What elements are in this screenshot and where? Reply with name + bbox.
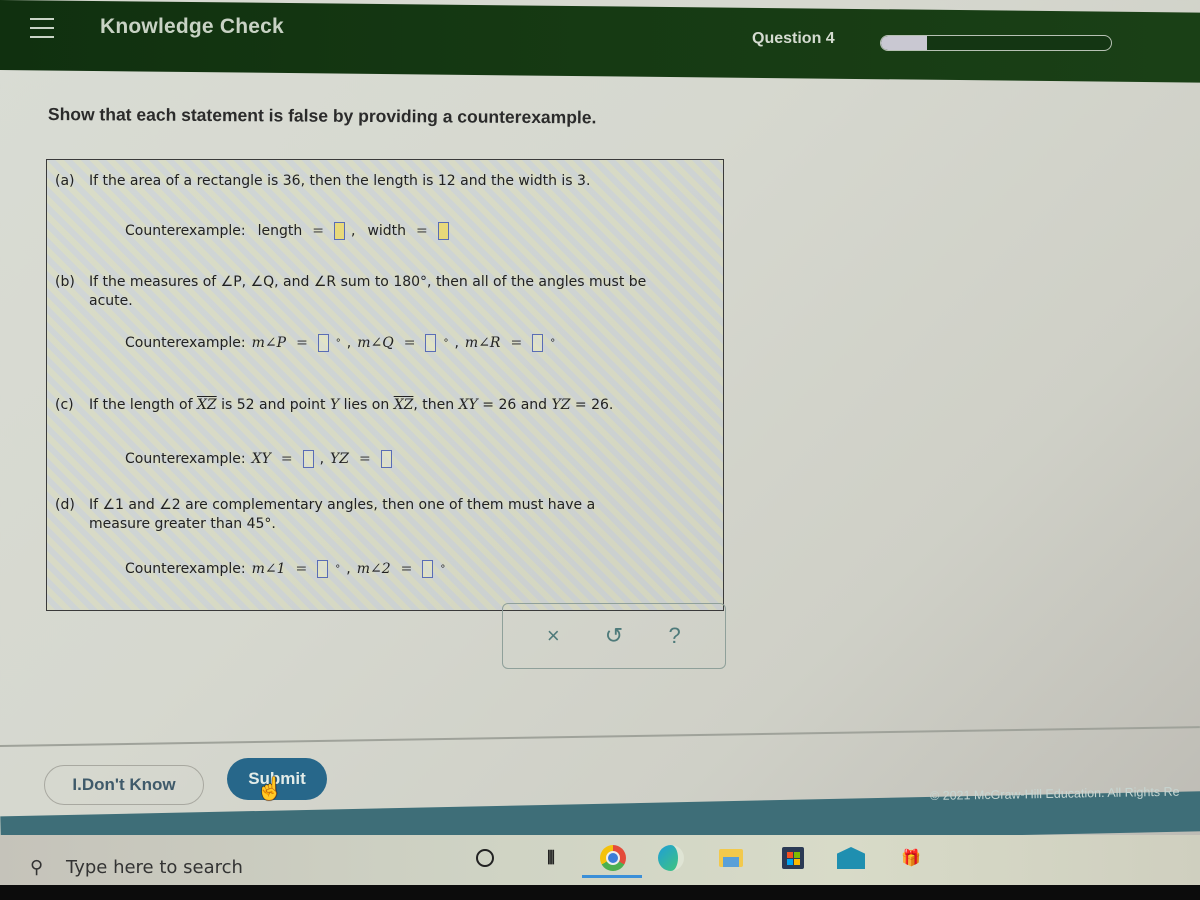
part-c-counterexample: Counterexample: XY = , YZ = [125, 450, 392, 468]
part-d-label: (d) [55, 497, 75, 513]
field-label: m∠2 [356, 561, 391, 577]
cortana-icon[interactable] [470, 843, 500, 873]
task-view-icon[interactable]: ⫴ [536, 843, 566, 873]
divider [0, 726, 1200, 747]
edge-icon[interactable] [656, 843, 686, 873]
width-input[interactable] [437, 222, 449, 240]
angle-q-input[interactable] [425, 334, 437, 352]
microsoft-store-icon[interactable] [778, 843, 808, 873]
progress-fill [881, 36, 927, 50]
yz-input[interactable] [380, 450, 392, 468]
counterexample-label: Counterexample: [125, 223, 246, 239]
field-label: m∠R [464, 335, 501, 351]
part-a-label: (a) [55, 173, 75, 189]
field-label: width [367, 223, 407, 239]
dont-know-button[interactable]: I.Don't Know [44, 765, 204, 805]
counterexample-label: Counterexample: [125, 335, 246, 351]
gift-icon[interactable]: 🎁 [896, 843, 926, 873]
chrome-icon[interactable] [598, 843, 628, 873]
angle-r-input[interactable] [532, 334, 544, 352]
file-explorer-icon[interactable] [716, 843, 746, 873]
part-b-counterexample: Counterexample: m∠P = °, m∠Q = °, m∠R = … [125, 334, 556, 352]
counterexample-label: Counterexample: [125, 451, 246, 467]
part-b: (b) If the measures of ∠P, ∠Q, and ∠R sum… [55, 273, 646, 311]
screen-bezel [0, 885, 1200, 900]
xy-input[interactable] [302, 450, 314, 468]
search-icon[interactable]: ⚲ [30, 857, 43, 878]
clear-icon[interactable]: × [538, 621, 568, 651]
field-label: m∠Q [357, 335, 394, 351]
field-label: XY [251, 451, 271, 467]
question-number: Question 4 [752, 30, 835, 47]
segment-xz: XZ [393, 397, 414, 413]
length-input[interactable] [333, 222, 345, 240]
part-b-statement-line2: acute. [89, 293, 133, 309]
part-b-statement-line1: If the measures of ∠P, ∠Q, and ∠R sum to… [89, 274, 647, 290]
hamburger-menu-icon[interactable] [30, 18, 54, 38]
part-d: (d) If ∠1 and ∠2 are complementary angles… [55, 496, 595, 534]
part-a-counterexample: Counterexample: length = , width = [125, 222, 449, 240]
progress-bar [880, 35, 1112, 51]
part-c-label: (c) [55, 397, 74, 413]
field-label: m∠P [251, 335, 287, 351]
field-label: m∠1 [251, 561, 286, 577]
undo-icon[interactable]: ↺ [599, 621, 629, 651]
field-label: YZ [330, 451, 350, 467]
answer-tools-panel: × ↺ ? [502, 603, 726, 669]
question-box: (a) If the area of a rectangle is 36, the… [46, 159, 724, 611]
angle-1-input[interactable] [317, 560, 329, 578]
hand-cursor-icon: ☝ [256, 776, 284, 801]
part-a-statement: If the area of a rectangle is 36, then t… [89, 173, 591, 189]
segment-xz: XZ [196, 397, 217, 413]
counterexample-label: Counterexample: [125, 561, 246, 577]
help-icon[interactable]: ? [660, 621, 690, 651]
app-title: Knowledge Check [100, 15, 284, 38]
mail-icon[interactable] [836, 843, 866, 873]
part-b-label: (b) [55, 274, 75, 290]
part-d-statement-line2: measure greater than 45°. [89, 516, 276, 532]
instructions: Show that each statement is false by pro… [47, 104, 597, 128]
active-app-indicator [582, 875, 642, 878]
part-a: (a) If the area of a rectangle is 36, the… [55, 172, 590, 191]
field-label: length [257, 223, 303, 239]
angle-p-input[interactable] [317, 334, 329, 352]
taskbar-search-input[interactable]: Type here to search [66, 857, 243, 878]
part-c: (c) If the length of XZ is 52 and point Y… [55, 397, 614, 413]
angle-2-input[interactable] [422, 560, 434, 578]
part-d-statement-line1: If ∠1 and ∠2 are complementary angles, t… [89, 497, 596, 513]
part-d-counterexample: Counterexample: m∠1 = °, m∠2 = ° [125, 560, 446, 578]
